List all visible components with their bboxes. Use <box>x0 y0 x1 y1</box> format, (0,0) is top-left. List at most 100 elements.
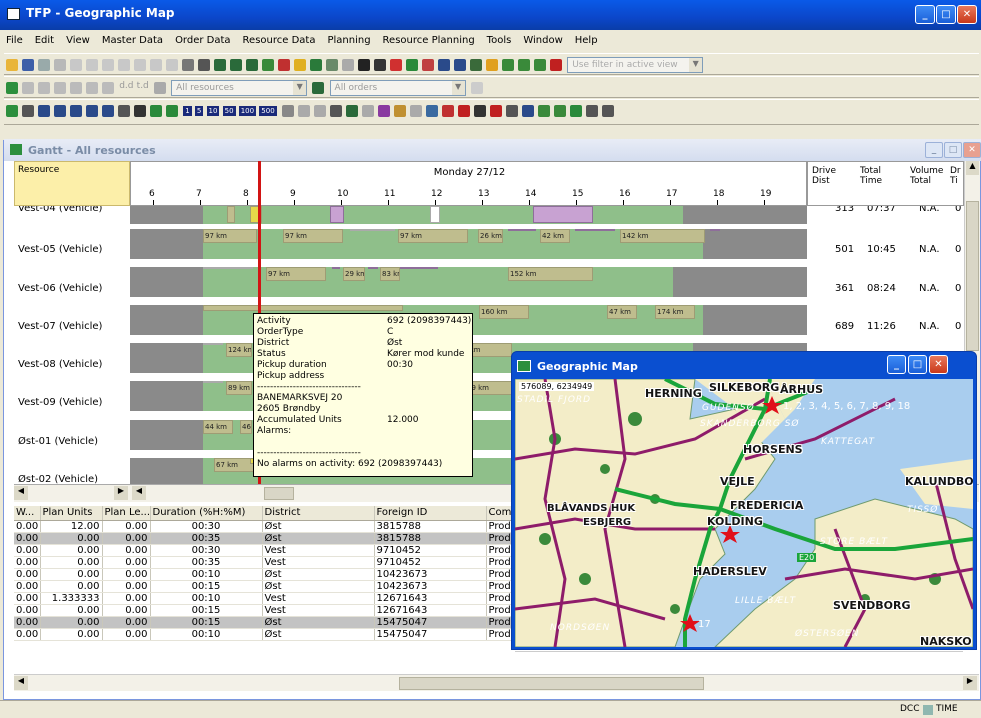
activity-bar[interactable]: 83 km <box>380 267 400 281</box>
forward-icon[interactable] <box>166 59 178 71</box>
date-time-label[interactable]: t.d <box>137 81 149 91</box>
hand-icon[interactable] <box>118 105 130 117</box>
zoom-out-icon[interactable] <box>54 105 66 117</box>
grid-icon[interactable] <box>262 59 274 71</box>
gantt-minimize-button[interactable]: _ <box>925 142 943 158</box>
column-header[interactable]: W... <box>14 506 41 521</box>
activity-bar[interactable] <box>430 206 440 223</box>
gantt-icon[interactable] <box>214 59 226 71</box>
link-icon[interactable] <box>470 82 483 94</box>
open-icon[interactable] <box>6 59 18 71</box>
activity-bar[interactable]: 29 km <box>343 267 365 281</box>
num-1-button[interactable]: 1 <box>183 106 192 116</box>
activity-bar[interactable]: 152 km <box>508 267 593 281</box>
activity-bar[interactable]: 42 km <box>540 229 570 243</box>
undo-icon[interactable] <box>134 59 146 71</box>
load-icon[interactable] <box>502 59 514 71</box>
move-icon[interactable] <box>54 82 66 94</box>
activity-bar[interactable] <box>203 381 223 383</box>
pencil-icon[interactable] <box>505 105 518 117</box>
resource-row[interactable]: Øst-01 (Vehicle) <box>18 436 98 447</box>
route-icon[interactable] <box>342 59 354 71</box>
zoom-fit-icon[interactable] <box>70 105 82 117</box>
drive-dist-header[interactable]: Drive Dist <box>812 166 836 186</box>
activity-bar[interactable] <box>203 343 223 345</box>
insert-icon[interactable] <box>70 82 82 94</box>
table-row[interactable]: 0.001.3333330.0000:10Vest12671643Produk <box>14 592 515 605</box>
close-button[interactable]: ✕ <box>957 5 977 24</box>
activity-bar[interactable] <box>227 206 235 223</box>
zoom-in-icon[interactable] <box>38 105 50 117</box>
activity-bar[interactable] <box>203 267 253 269</box>
column-header[interactable]: District <box>262 506 375 521</box>
gantt-close-button[interactable]: ✕ <box>963 142 981 158</box>
depot-icon[interactable] <box>486 59 498 71</box>
record-icon[interactable] <box>489 105 502 117</box>
stats-icon[interactable] <box>326 59 338 71</box>
menu-resource-planning[interactable]: Resource Planning <box>377 33 481 48</box>
resource-header[interactable]: Resource <box>14 161 130 206</box>
scroll-left-icon[interactable]: ◀ <box>14 676 28 690</box>
plan-icon[interactable] <box>345 105 358 117</box>
stop-icon[interactable] <box>457 105 470 117</box>
num-5-button[interactable]: 5 <box>194 106 204 116</box>
paste-icon[interactable] <box>102 59 114 71</box>
gantt-view-icon[interactable] <box>6 105 18 117</box>
column-header[interactable]: Plan Le... <box>102 506 151 521</box>
refresh-icon[interactable] <box>361 105 374 117</box>
table-icon[interactable] <box>246 59 258 71</box>
calendar-icon[interactable] <box>390 59 402 71</box>
back-icon[interactable] <box>150 59 162 71</box>
map-minimize-button[interactable]: _ <box>887 355 906 374</box>
cut-icon[interactable] <box>70 59 82 71</box>
activity-bar[interactable]: 160 km <box>479 305 529 319</box>
chart-scroll-thumb[interactable] <box>264 487 294 500</box>
table-horizontal-scrollbar[interactable]: ◀ ▶ <box>14 674 979 691</box>
home-icon[interactable] <box>422 59 434 71</box>
tree-icon[interactable] <box>150 105 162 117</box>
transfer-icon[interactable] <box>534 59 546 71</box>
num-50-button[interactable]: 50 <box>222 106 236 116</box>
optimize-icon[interactable] <box>377 105 390 117</box>
right-icon[interactable] <box>102 82 114 94</box>
activity-bar[interactable] <box>508 229 536 231</box>
scroll-right-icon[interactable]: ▶ <box>114 486 128 500</box>
map-icon[interactable] <box>310 59 322 71</box>
resource-row[interactable]: Vest-09 (Vehicle) <box>18 397 102 408</box>
reset-filter-icon[interactable] <box>550 59 562 71</box>
activity-bar[interactable] <box>330 206 344 223</box>
activity-bar[interactable]: 67 km <box>214 458 254 472</box>
bar-icon[interactable] <box>393 105 406 117</box>
scroll-thumb[interactable] <box>966 201 979 351</box>
table-row[interactable]: 0.0012.000.0000:30Øst3815788Produk <box>14 520 515 533</box>
column-header[interactable]: Duration (%H:%M) <box>150 506 263 521</box>
map-maximize-button[interactable]: □ <box>908 355 927 374</box>
gantt-maximize-button[interactable]: □ <box>944 142 962 158</box>
table-row[interactable]: 0.000.000.0000:10Øst15475047Produktionsk… <box>14 628 515 641</box>
activity-bar[interactable]: 97 km <box>398 229 468 243</box>
cost-icon[interactable] <box>358 59 370 71</box>
menu-order-data[interactable]: Order Data <box>169 33 236 48</box>
edit-icon[interactable] <box>553 105 566 117</box>
table-row[interactable]: 0.000.000.0000:30Vest9710452Produk <box>14 544 515 557</box>
resources-icon[interactable] <box>6 82 18 94</box>
scroll-right-icon[interactable]: ▶ <box>963 676 977 690</box>
menu-help[interactable]: Help <box>569 33 604 48</box>
resource-row[interactable]: Øst-02 (Vehicle) <box>18 474 98 484</box>
resource-row[interactable]: Vest-07 (Vehicle) <box>18 321 102 332</box>
filter-dropdown[interactable]: Use filter in active view ▼ <box>567 57 704 73</box>
arrow-icon[interactable] <box>409 105 422 117</box>
maximize-button[interactable]: □ <box>936 5 956 24</box>
column-header[interactable]: Plan Units <box>40 506 103 521</box>
key-icon[interactable] <box>441 105 454 117</box>
activity-bar[interactable] <box>203 305 403 311</box>
stack-icon[interactable] <box>537 105 550 117</box>
sign-icon[interactable] <box>425 105 438 117</box>
activity-bar[interactable]: 174 km <box>655 305 695 319</box>
activity-bar[interactable]: 124 km <box>226 343 252 357</box>
activity-bar[interactable]: 142 km <box>620 229 705 243</box>
report-icon[interactable] <box>374 59 386 71</box>
chart2-icon[interactable] <box>569 105 582 117</box>
table-row[interactable]: 0.000.000.0000:35Vest9710452Produk <box>14 556 515 569</box>
split-icon[interactable] <box>22 82 34 94</box>
